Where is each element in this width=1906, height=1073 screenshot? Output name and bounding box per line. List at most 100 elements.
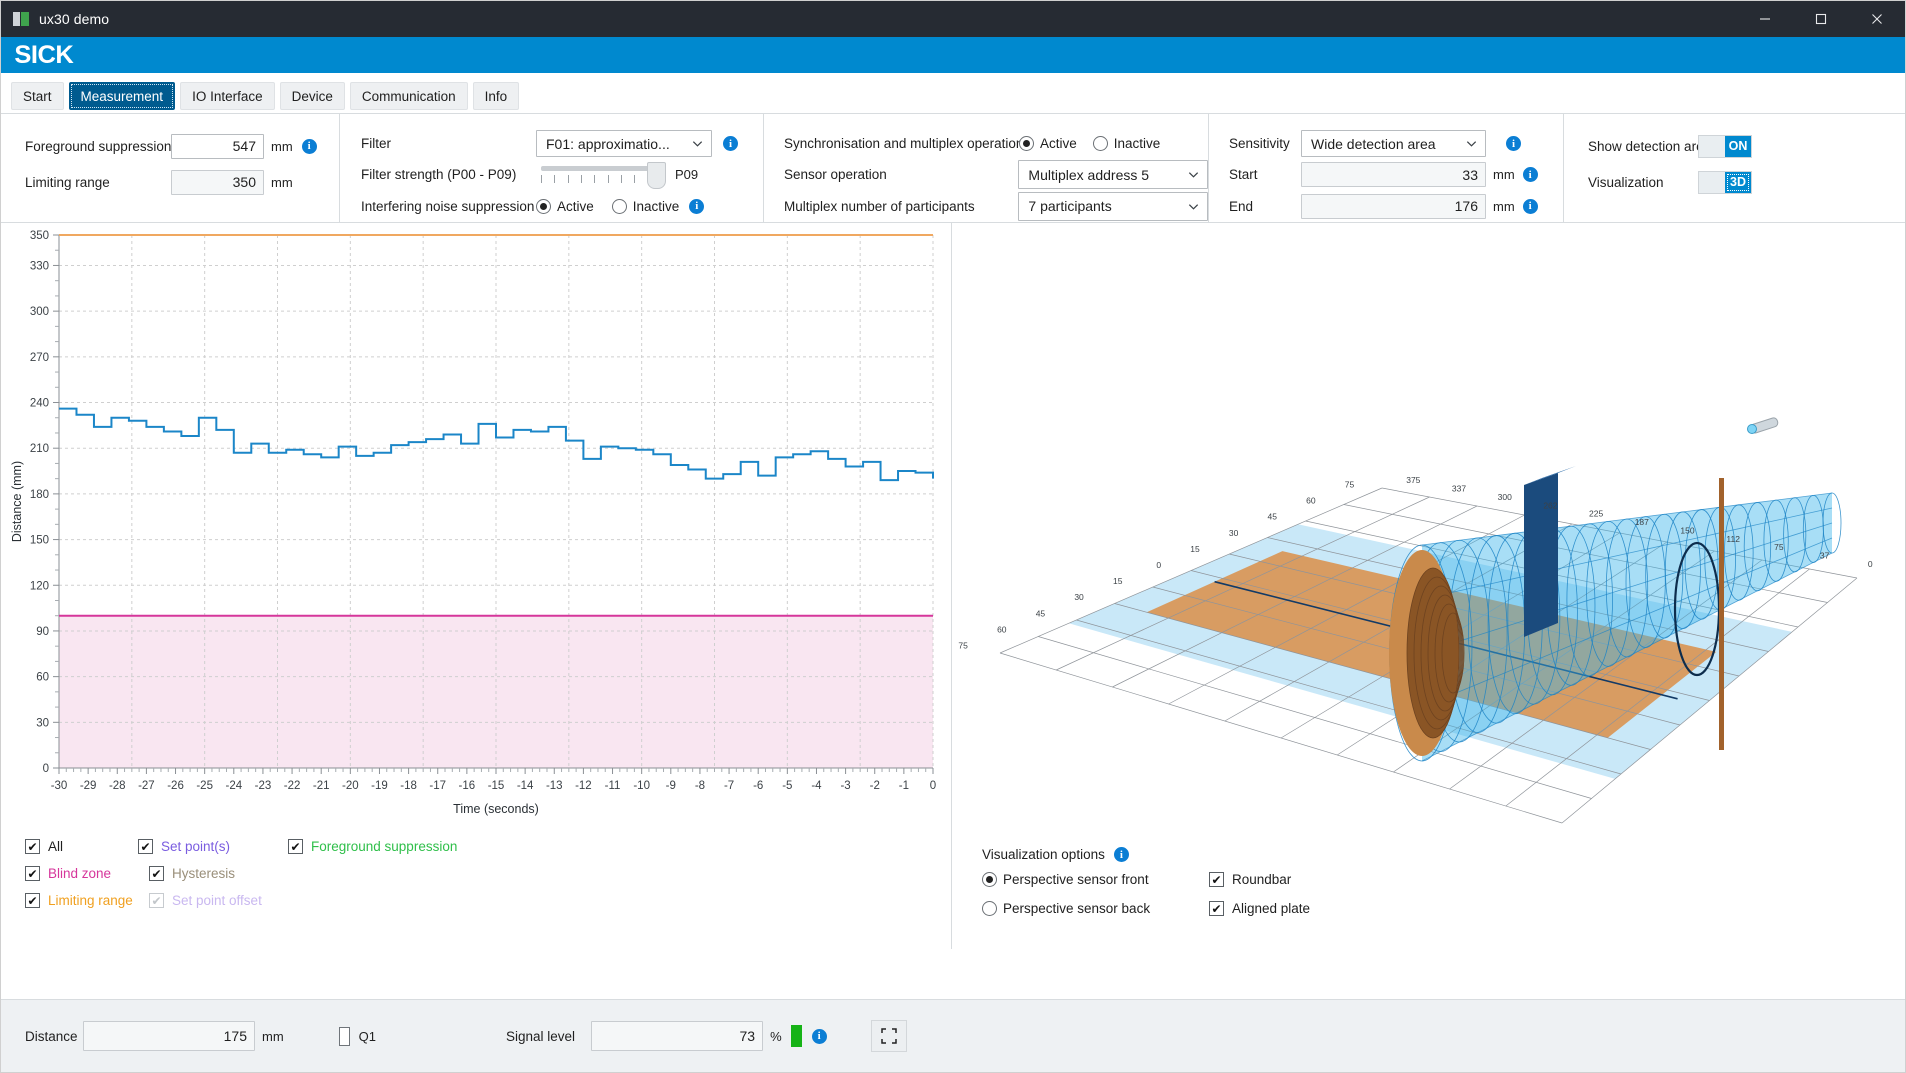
visualization-row: Visualization 3D bbox=[1588, 164, 1905, 200]
tab-io-interface[interactable]: IO Interface bbox=[180, 82, 275, 110]
slider-thumb[interactable] bbox=[647, 161, 666, 189]
checkbox-blind-zone[interactable]: ✔ bbox=[25, 866, 40, 881]
aligned-plate-option[interactable]: ✔ Aligned plate bbox=[1209, 901, 1310, 916]
svg-text:-21: -21 bbox=[313, 780, 330, 792]
perspective-back-radio[interactable]: Perspective sensor back bbox=[982, 901, 1167, 916]
filter-select[interactable]: F01: approximatio... bbox=[536, 130, 712, 158]
legend-label-all: All bbox=[48, 839, 64, 854]
legend-item-all[interactable]: ✔ All bbox=[25, 839, 138, 854]
perspective-front-radio[interactable]: Perspective sensor front bbox=[982, 872, 1167, 887]
radio-dot-icon bbox=[536, 198, 551, 214]
show-detection-area-toggle[interactable]: ON bbox=[1698, 134, 1752, 158]
start-unit: mm bbox=[1493, 167, 1515, 183]
checkbox-set-point-offset: ✔ bbox=[149, 893, 164, 908]
end-input[interactable] bbox=[1301, 193, 1486, 219]
perspective-back-label: Perspective sensor back bbox=[1003, 901, 1151, 916]
info-icon-noise-suppression[interactable]: i bbox=[689, 198, 705, 214]
svg-text:15: 15 bbox=[1190, 544, 1200, 554]
visualization-3d[interactable]: 0377511215018722526230033737575604530150… bbox=[952, 223, 1906, 843]
participants-value: 7 participants bbox=[1028, 198, 1112, 215]
svg-text:60: 60 bbox=[997, 624, 1007, 634]
noise-suppression-row: Interfering noise suppression Active Ina… bbox=[361, 191, 763, 222]
filter-strength-row: Filter strength (P00 - P09) P09 bbox=[361, 159, 763, 190]
sync-inactive-radio[interactable]: Inactive bbox=[1092, 136, 1161, 152]
legend-label-foreground-suppression: Foreground suppression bbox=[311, 839, 458, 854]
tab-info[interactable]: Info bbox=[472, 82, 520, 110]
tab-device[interactable]: Device bbox=[279, 82, 345, 110]
participants-select[interactable]: 7 participants bbox=[1018, 191, 1208, 221]
svg-text:0: 0 bbox=[930, 780, 936, 792]
tab-measurement[interactable]: Measurement bbox=[68, 82, 176, 110]
checkbox-hysteresis[interactable]: ✔ bbox=[149, 866, 164, 881]
limiting-range-input[interactable] bbox=[171, 169, 264, 195]
show-detection-area-label: Show detection area bbox=[1588, 138, 1712, 154]
info-icon-start[interactable]: i bbox=[1522, 167, 1538, 183]
svg-text:-23: -23 bbox=[255, 780, 272, 792]
svg-text:-28: -28 bbox=[109, 780, 126, 792]
signal-level-input[interactable] bbox=[591, 1021, 764, 1051]
legend-label-set-point-offset: Set point offset bbox=[172, 893, 262, 908]
info-icon-sensitivity[interactable]: i bbox=[1506, 136, 1521, 152]
filter-label: Filter bbox=[361, 136, 391, 152]
window-title: ux30 demo bbox=[39, 11, 110, 27]
svg-text:-6: -6 bbox=[753, 780, 763, 792]
chevron-down-icon bbox=[1466, 141, 1477, 147]
legend-label-blind-zone: Blind zone bbox=[48, 866, 112, 881]
fullscreen-button[interactable] bbox=[870, 1020, 907, 1052]
start-input[interactable] bbox=[1301, 162, 1486, 188]
info-icon-end[interactable]: i bbox=[1522, 198, 1538, 214]
close-button[interactable] bbox=[1849, 1, 1905, 37]
info-icon-foreground-suppression[interactable]: i bbox=[301, 138, 317, 154]
signal-level-led bbox=[790, 1025, 802, 1047]
distance-chart[interactable]: 0 30 60 90 120 150 180 210 240 270 300 330 350 -30 -29… bbox=[1, 223, 951, 833]
legend-item-hysteresis[interactable]: ✔ Hysteresis bbox=[149, 866, 299, 881]
foreground-suppression-input[interactable] bbox=[171, 133, 264, 159]
noise-suppression-active-radio[interactable]: Active bbox=[536, 198, 594, 214]
chart-pane: 0 30 60 90 120 150 180 210 240 270 300 330 350 -30 -29… bbox=[1, 223, 952, 949]
svg-text:-10: -10 bbox=[633, 780, 650, 792]
radio-circle-icon bbox=[982, 901, 997, 916]
settings-group-sync: Synchronisation and multiplex operation … bbox=[763, 114, 1208, 222]
legend-item-limiting-range[interactable]: ✔ Limiting range bbox=[25, 893, 138, 908]
title-bar: ux30 demo bbox=[1, 1, 1905, 37]
distance-status-input[interactable] bbox=[83, 1021, 255, 1051]
visualization-toggle[interactable]: 3D bbox=[1698, 170, 1752, 194]
limiting-range-row: Limiting range mm bbox=[25, 164, 339, 200]
checkbox-all[interactable]: ✔ bbox=[25, 839, 40, 854]
svg-text:-19: -19 bbox=[371, 780, 388, 792]
svg-text:-13: -13 bbox=[546, 780, 563, 792]
roundbar-option[interactable]: ✔ Roundbar bbox=[1209, 872, 1291, 887]
info-icon-filter[interactable]: i bbox=[723, 136, 738, 152]
tab-start[interactable]: Start bbox=[11, 82, 64, 110]
sync-inactive-label: Inactive bbox=[1113, 136, 1161, 152]
noise-suppression-inactive-radio[interactable]: Inactive bbox=[611, 198, 679, 214]
filter-strength-slider[interactable] bbox=[536, 161, 666, 189]
legend-label-limiting-range: Limiting range bbox=[48, 893, 133, 908]
chevron-down-icon bbox=[1188, 204, 1199, 210]
legend-item-foreground-suppression[interactable]: ✔ Foreground suppression bbox=[288, 839, 457, 854]
filter-select-value: F01: approximatio... bbox=[546, 135, 670, 152]
svg-text:45: 45 bbox=[1036, 608, 1046, 618]
sync-active-radio[interactable]: Active bbox=[1019, 136, 1077, 152]
tab-communication[interactable]: Communication bbox=[349, 82, 468, 110]
info-icon-visualization-options[interactable]: i bbox=[1113, 847, 1129, 862]
checkbox-aligned-plate[interactable]: ✔ bbox=[1209, 901, 1224, 916]
legend-item-blind-zone[interactable]: ✔ Blind zone bbox=[25, 866, 138, 881]
svg-text:-1: -1 bbox=[899, 780, 909, 792]
checkbox-set-points[interactable]: ✔ bbox=[138, 839, 153, 854]
info-icon-signal-level[interactable]: i bbox=[811, 1028, 827, 1044]
checkbox-roundbar[interactable]: ✔ bbox=[1209, 872, 1224, 887]
checkbox-foreground-suppression[interactable]: ✔ bbox=[288, 839, 303, 854]
legend-label-hysteresis: Hysteresis bbox=[172, 866, 236, 881]
legend-item-set-points[interactable]: ✔ Set point(s) bbox=[138, 839, 288, 854]
start-label: Start bbox=[1229, 167, 1258, 183]
minimize-button[interactable] bbox=[1737, 1, 1793, 37]
svg-text:240: 240 bbox=[30, 398, 49, 410]
legend-row: ✔ All ✔ Set point(s) ✔ Foreground suppre… bbox=[25, 833, 925, 860]
sensitivity-select[interactable]: Wide detection area bbox=[1301, 130, 1486, 158]
maximize-button[interactable] bbox=[1793, 1, 1849, 37]
sensor-operation-select[interactable]: Multiplex address 5 bbox=[1018, 160, 1208, 190]
checkbox-limiting-range[interactable]: ✔ bbox=[25, 893, 40, 908]
svg-text:337: 337 bbox=[1452, 484, 1466, 494]
toggle-off-half bbox=[1699, 135, 1725, 157]
